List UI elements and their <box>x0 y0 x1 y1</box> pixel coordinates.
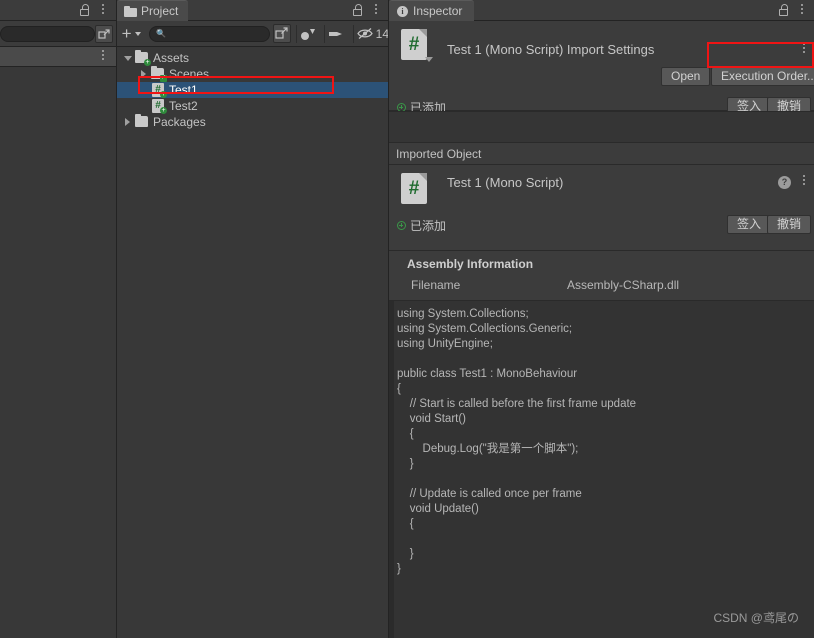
kebab-menu-icon[interactable] <box>98 50 108 63</box>
imported-object-bar: Imported Object <box>389 143 814 165</box>
vcs-added-badge: + <box>160 91 167 98</box>
vcs-added-badge: + <box>144 59 151 66</box>
search-field[interactable] <box>169 27 270 40</box>
unity-editor-window: Project + 🔍 14 + Assets ✓ Scenes # + Tes… <box>0 0 814 638</box>
csharp-script-icon: # <box>401 29 427 60</box>
eye-crossed-icon <box>356 28 373 39</box>
assembly-filename-value: Assembly-CSharp.dll <box>567 278 680 292</box>
lock-icon[interactable] <box>351 4 363 17</box>
assembly-information-section: Assembly Information Filename Assembly-C… <box>389 251 814 301</box>
left-panel-search-row <box>0 21 116 47</box>
tab-inspector[interactable]: i Inspector <box>389 0 475 21</box>
plus-icon: + <box>121 24 132 43</box>
lock-icon[interactable] <box>78 4 90 17</box>
imported-object-label: Imported Object <box>396 146 482 161</box>
kebab-menu-icon[interactable] <box>371 4 381 17</box>
search-icon: 🔍 <box>156 29 167 38</box>
chevron-down-icon[interactable] <box>121 55 134 61</box>
expand-icon[interactable] <box>95 25 113 43</box>
create-asset-button[interactable]: + <box>117 21 145 47</box>
left-panel-body <box>0 67 116 638</box>
project-asset-tree: + Assets ✓ Scenes # + Test1 # + Test2 Packages <box>117 47 389 638</box>
tree-row-label: Assets <box>153 51 190 65</box>
inspector-gap-strip <box>389 111 814 143</box>
imported-object-title: Test 1 (Mono Script) <box>447 175 564 190</box>
chevron-down-icon <box>134 31 141 36</box>
watermark: CSDN @鸢尾の <box>713 611 799 625</box>
left-panel-subtab <box>0 47 116 67</box>
hidden-count-label: 14 <box>375 26 390 41</box>
import-settings-header: # Test 1 (Mono Script) Import Settings O… <box>389 21 814 116</box>
tree-row-label: Packages <box>153 115 206 129</box>
folder-icon: ✓ <box>150 66 167 82</box>
folder-icon <box>124 5 137 17</box>
help-icon[interactable]: ? <box>778 176 791 189</box>
code-text: using System.Collections; using System.C… <box>397 308 637 575</box>
vcs-status-label: 已添加 <box>410 219 447 233</box>
expand-window-icon[interactable] <box>273 24 291 43</box>
kebab-menu-icon[interactable] <box>797 4 807 17</box>
vcs-added-icon <box>397 221 406 230</box>
tree-row-label: Scenes <box>169 67 210 81</box>
hidden-assets-indicator[interactable]: 14 <box>356 26 390 41</box>
left-dock-panel <box>0 0 116 638</box>
lock-icon[interactable] <box>777 4 789 17</box>
script-icon: # + <box>150 99 167 114</box>
code-gutter <box>389 301 394 638</box>
script-code-preview: using System.Collections; using System.C… <box>389 301 814 638</box>
tree-row[interactable]: + Assets <box>117 50 389 66</box>
tree-row-label: Test2 <box>169 99 198 113</box>
execution-order-button[interactable]: Execution Order... <box>711 67 814 86</box>
object-vcs-row: 已添加 签入 撤销 <box>389 213 814 237</box>
left-panel-tabbar <box>0 0 116 21</box>
script-icon: # + <box>150 83 167 98</box>
search-input[interactable]: 🔍 <box>149 25 271 42</box>
vcs-status: 已添加 <box>397 217 446 234</box>
project-tabbar: Project <box>117 0 389 21</box>
filter-by-label-icon[interactable] <box>325 21 347 47</box>
tab-inspector-label: Inspector <box>413 4 463 18</box>
project-toolbar: + 🔍 14 <box>117 21 389 47</box>
checkin-button[interactable]: 签入 <box>726 215 771 234</box>
folder-icon: + <box>134 50 151 66</box>
inspector-panel: i Inspector # Test 1 (Mono Script) Impor… <box>388 0 814 638</box>
tree-row[interactable]: # + Test1 <box>117 82 389 98</box>
vcs-checked-badge: ✓ <box>160 75 167 82</box>
revert-button[interactable]: 撤销 <box>766 215 811 234</box>
vcs-added-badge: + <box>160 107 167 114</box>
chevron-down-icon <box>425 57 433 62</box>
tree-row[interactable]: ✓ Scenes <box>117 66 389 82</box>
assembly-section-title: Assembly Information <box>407 257 534 271</box>
folder-icon <box>134 114 150 129</box>
info-icon: i <box>397 5 408 17</box>
tree-row-label: Test1 <box>169 83 198 97</box>
tree-row[interactable]: Packages <box>117 114 389 130</box>
kebab-menu-icon[interactable] <box>799 43 809 56</box>
project-panel: Project + 🔍 14 + Assets ✓ Scenes # + Tes… <box>116 0 389 638</box>
csharp-script-icon: # <box>401 173 427 204</box>
left-search-input[interactable] <box>0 26 95 42</box>
tab-project-label: Project <box>141 4 179 18</box>
kebab-menu-icon[interactable] <box>799 175 809 188</box>
open-button[interactable]: Open <box>661 67 711 86</box>
assembly-filename-label: Filename <box>411 278 461 292</box>
chevron-right-icon[interactable] <box>121 118 134 126</box>
tree-row[interactable]: # + Test2 <box>117 98 389 114</box>
tab-project[interactable]: Project <box>117 0 189 21</box>
import-settings-title: Test 1 (Mono Script) Import Settings <box>447 42 655 57</box>
toolbar-divider <box>352 24 354 43</box>
inspector-tabbar: i Inspector <box>389 0 814 21</box>
chevron-right-icon[interactable] <box>137 70 150 78</box>
kebab-menu-icon[interactable] <box>98 4 108 17</box>
filter-by-type-icon[interactable] <box>297 21 319 47</box>
imported-object-header: # Test 1 (Mono Script) ? 已添加 签入 撤销 <box>389 165 814 251</box>
